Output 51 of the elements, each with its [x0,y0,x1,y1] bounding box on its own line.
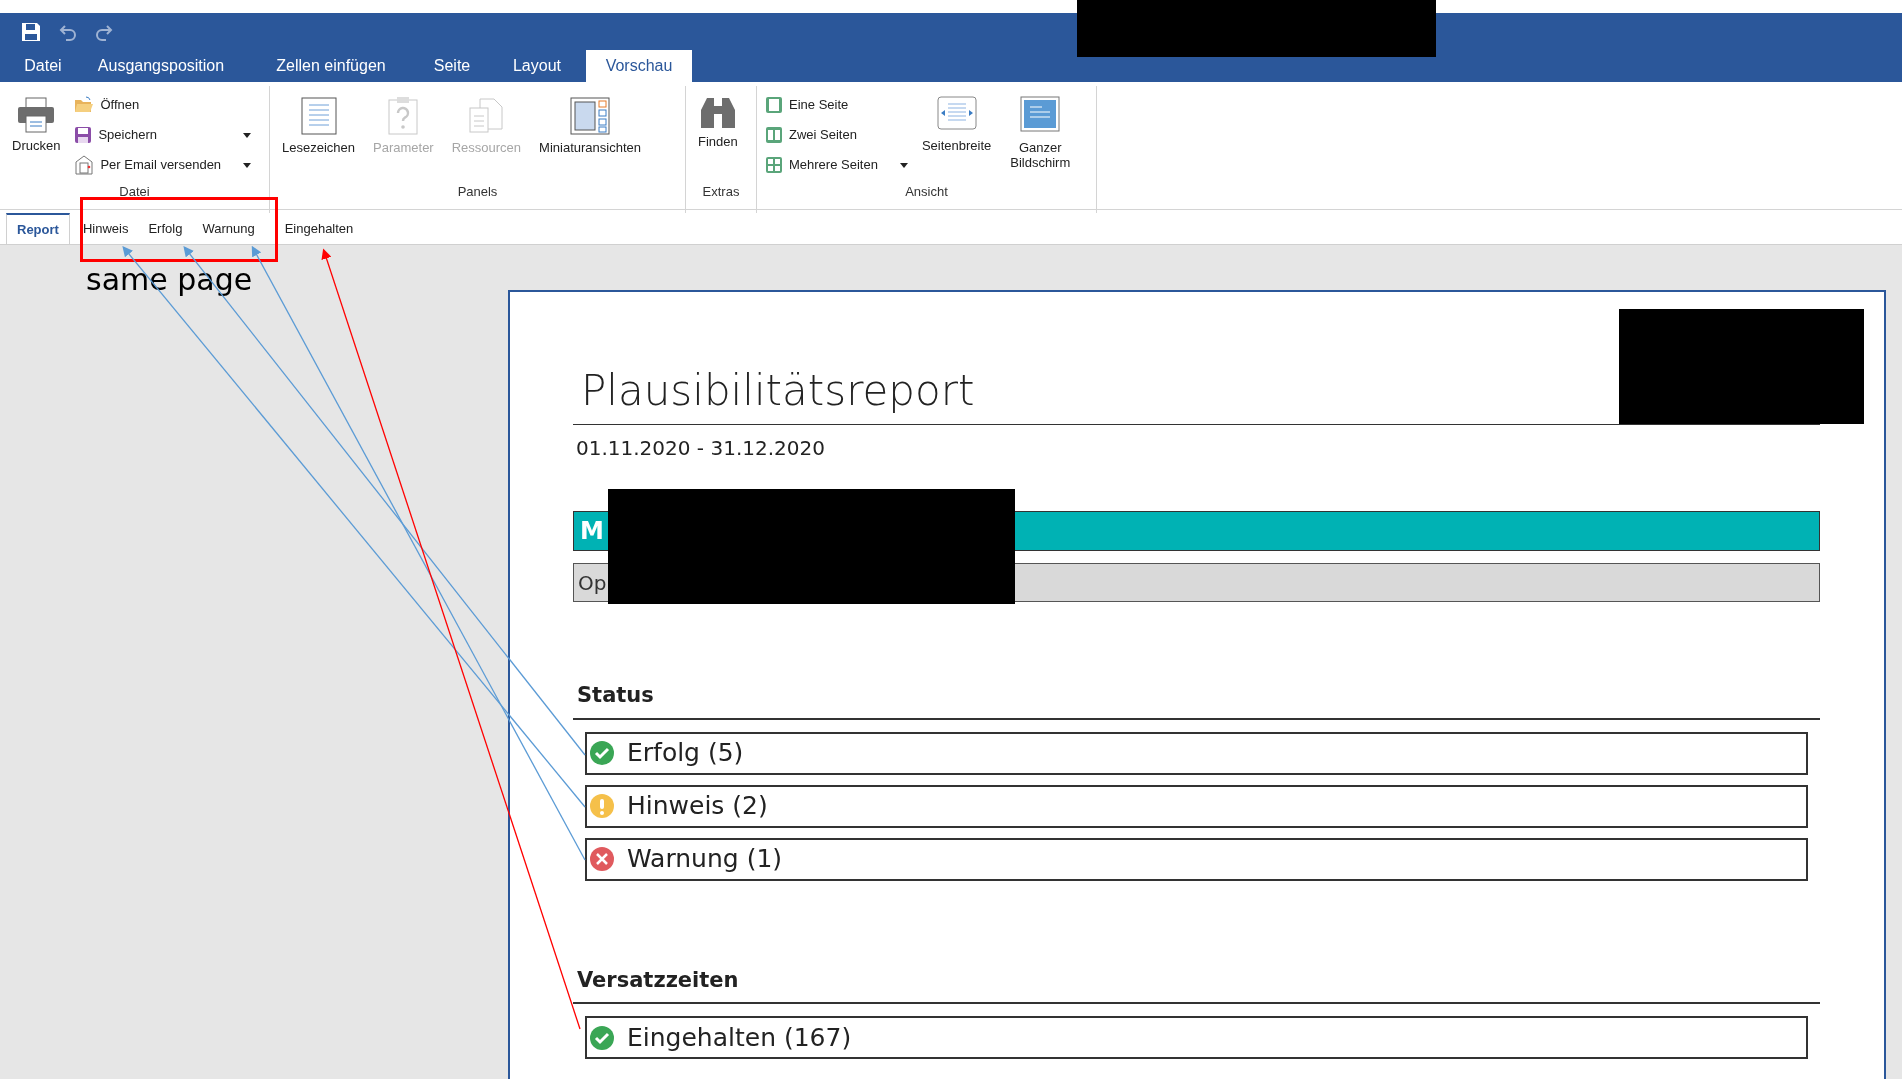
menu-tab[interactable]: Datei [10,50,76,82]
ribbon-button[interactable]: Eine Seite [765,92,908,118]
document-tab[interactable]: Warnung [192,213,265,244]
ribbon-button[interactable]: Ganzer Bildschirm [1005,92,1076,170]
printer-icon [16,96,57,134]
mail-document-icon [74,155,95,175]
document-tab[interactable]: Hinweis [72,213,139,244]
single-page-icon [765,96,783,114]
status-label: Erfolg (5) [627,737,744,770]
open-folder-icon [74,96,95,114]
group-label: Panels [456,184,499,199]
ribbon-button[interactable]: Öffnen [74,92,252,118]
group-label: Extras [701,184,741,199]
ribbon-button[interactable]: Speichern [74,122,252,148]
menu-tab[interactable]: Vorschau [586,50,692,82]
menu-tab[interactable]: Seite [416,50,488,82]
menu-tab[interactable]: Layout [488,50,586,82]
status-label: Eingehalten (167) [627,1021,852,1054]
exclamation-circle-icon [589,793,615,819]
document-tab[interactable]: Eingehalten [274,213,364,244]
ribbon-button[interactable]: Drucken [8,92,65,153]
multiple-pages-icon [765,156,783,174]
date-range: 01.11.2020 - 31.12.2020 [575,435,826,462]
ribbon-button[interactable]: Mehrere Seiten [765,152,908,178]
full-screen-icon [1020,96,1061,132]
two-pages-icon [765,126,783,144]
save-icon[interactable] [20,20,42,43]
ribbon-button[interactable]: Miniaturansichten [535,92,645,155]
page-width-icon [936,96,977,130]
check-circle-icon [589,1024,615,1051]
group-label: Ansicht [904,184,949,199]
status-label: Warnung (1) [627,843,783,876]
ribbon-button[interactable]: Zwei Seiten [765,122,908,148]
section-heading: Status [573,680,1820,720]
binoculars-icon [698,96,737,130]
document-tab[interactable]: Erfolg [138,213,193,244]
document-tab[interactable]: Report [6,213,70,244]
check-circle-icon [589,740,615,766]
ribbon-button[interactable]: Seitenbreite [917,92,996,153]
ribbon-button[interactable]: Finden [694,92,742,149]
thumbnails-icon [569,96,611,136]
x-circle-icon [589,846,615,872]
document-lines-icon [298,96,339,136]
section-heading: Versatzzeiten [573,964,1820,1004]
ribbon-button[interactable]: Per Email versenden [74,152,252,178]
menu-tab[interactable]: Zellen einfügen [246,50,416,82]
menu-tab[interactable]: Ausgangsposition [76,50,246,82]
group-label: Datei [118,184,151,199]
annotation-text: same page [86,261,253,299]
ribbon-button[interactable]: Lesezeichen [278,92,359,155]
status-label: Hinweis (2) [627,790,768,823]
